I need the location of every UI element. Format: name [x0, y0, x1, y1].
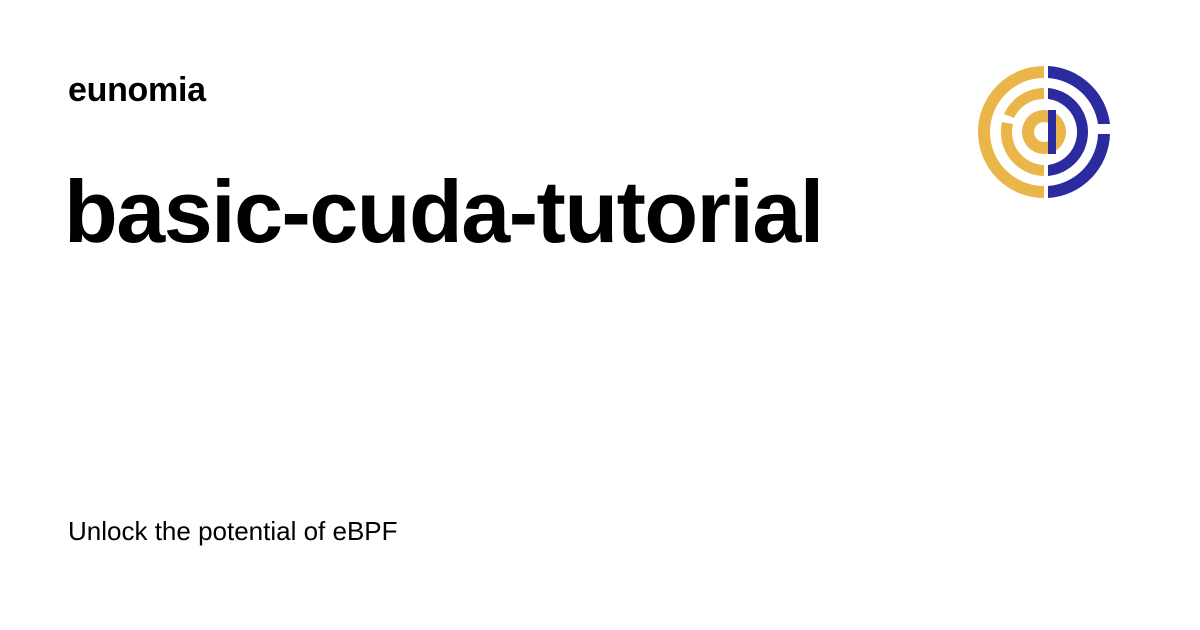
page-title: basic-cuda-tutorial — [64, 162, 824, 261]
logo-gold-center-ring — [1022, 110, 1066, 154]
eunomia-logo-icon — [978, 66, 1110, 198]
tagline: Unlock the potential of eBPF — [68, 516, 398, 546]
logo-navy-stub — [1048, 110, 1056, 154]
site-name: eunomia — [68, 71, 206, 109]
